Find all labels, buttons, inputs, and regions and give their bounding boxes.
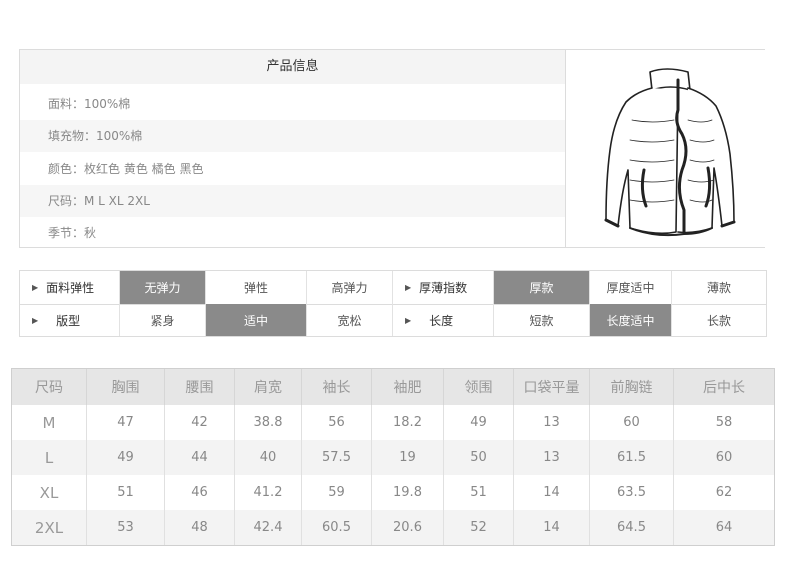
cell-waist: 46 <box>165 475 235 510</box>
option-thick: 厚款 <box>494 271 590 304</box>
size-chart-table: 尺码 胸围 腰围 肩宽 袖长 袖肥 领围 口袋平量 前胸链 后中长 M 47 4… <box>11 368 775 546</box>
triangle-right-icon: ▶ <box>405 283 412 292</box>
cell-chest: 51 <box>87 475 165 510</box>
cell-shoulder: 40 <box>235 440 302 475</box>
cell-sleeve-length: 56 <box>302 405 372 440</box>
product-info-list: 产品信息 面料：100%棉 填充物：100%棉 颜色：枚红色 黄色 橘色 黑色 … <box>20 50 565 247</box>
option-slim: 紧身 <box>120 304 206 336</box>
header-sleeve-length: 袖长 <box>302 369 372 405</box>
info-row-fabric: 面料：100%棉 <box>48 97 131 111</box>
option-medium-thick: 厚度适中 <box>590 271 672 304</box>
option-regular: 适中 <box>206 304 307 336</box>
attribute-table: ▶ 面料弹性 无弹力 弹性 高弹力 ▶ 厚薄指数 厚款 厚度适中 薄款 ▶ 版型 紧身… <box>19 270 767 337</box>
cell-sleeve-width: 19.8 <box>372 475 444 510</box>
triangle-right-icon: ▶ <box>405 315 412 325</box>
cell-front-zip: 60 <box>590 405 674 440</box>
cell-back-length: 58 <box>715 415 733 430</box>
cell-waist: 42 <box>165 405 235 440</box>
cell-size: M <box>12 405 87 440</box>
cell-front-zip: 61.5 <box>590 440 674 475</box>
cell-sleeve-width: 19 <box>372 440 444 475</box>
size-table-header: 尺码 胸围 腰围 肩宽 袖长 袖肥 领围 口袋平量 前胸链 后中长 <box>12 369 774 405</box>
header-shoulder: 肩宽 <box>235 369 302 405</box>
cell-back-length: 60 <box>715 450 733 465</box>
header-back-length: 后中长 <box>703 380 745 396</box>
cell-size: L <box>12 440 87 475</box>
cell-waist: 44 <box>165 440 235 475</box>
info-row-color: 颜色：枚红色 黄色 橘色 黑色 <box>48 162 204 176</box>
attr-label-thickness: ▶ 厚薄指数 <box>393 271 494 304</box>
info-row-season: 季节：秋 <box>48 226 97 240</box>
header-collar: 领围 <box>444 369 514 405</box>
product-info-panel: 产品信息 面料：100%棉 填充物：100%棉 颜色：枚红色 黄色 橘色 黑色 … <box>19 49 765 248</box>
header-waist: 腰围 <box>165 369 235 405</box>
cell-pocket: 14 <box>514 475 590 510</box>
cell-chest: 53 <box>87 510 165 545</box>
header-pocket: 口袋平量 <box>514 369 590 405</box>
header-front-zip: 前胸链 <box>590 369 674 405</box>
size-row-2xl: 2XL 53 48 42.4 60.5 20.6 52 14 64.5 64 <box>12 510 774 545</box>
cell-waist: 48 <box>165 510 235 545</box>
cell-collar: 51 <box>444 475 514 510</box>
cell-size: XL <box>12 475 87 510</box>
cell-size: 2XL <box>12 510 87 545</box>
product-info-title: 产品信息 <box>20 50 565 84</box>
header-chest: 胸围 <box>87 369 165 405</box>
triangle-right-icon: ▶ <box>32 283 39 292</box>
cell-back-length: 64 <box>715 520 733 535</box>
size-row-xl: XL 51 46 41.2 59 19.8 51 14 63.5 62 <box>12 475 774 510</box>
option-loose: 宽松 <box>307 304 393 336</box>
option-long: 长款 <box>706 313 731 328</box>
cell-pocket: 14 <box>514 510 590 545</box>
cell-pocket: 13 <box>514 405 590 440</box>
cell-sleeve-length: 60.5 <box>302 510 372 545</box>
jacket-sketch-icon <box>604 68 736 237</box>
cell-front-zip: 64.5 <box>590 510 674 545</box>
attribute-row-fit: ▶ 版型 紧身 适中 宽松 ▶ 长度 短款 长度适中 长款 <box>20 304 766 336</box>
cell-shoulder: 42.4 <box>235 510 302 545</box>
cell-pocket: 13 <box>514 440 590 475</box>
attr-label-fit: ▶ 版型 <box>20 304 120 336</box>
cell-sleeve-width: 18.2 <box>372 405 444 440</box>
cell-chest: 49 <box>87 440 165 475</box>
attribute-row-elasticity: ▶ 面料弹性 无弹力 弹性 高弹力 ▶ 厚薄指数 厚款 厚度适中 薄款 <box>20 271 766 305</box>
cell-sleeve-width: 20.6 <box>372 510 444 545</box>
info-row-size: 尺码：M L XL 2XL <box>20 185 565 217</box>
jacket-sketch-image <box>565 50 765 247</box>
cell-shoulder: 41.2 <box>235 475 302 510</box>
option-thin: 薄款 <box>706 281 731 295</box>
option-stretch: 弹性 <box>206 271 307 304</box>
attr-label-elasticity: ▶ 面料弹性 <box>20 271 120 304</box>
triangle-right-icon: ▶ <box>32 315 39 325</box>
cell-sleeve-length: 57.5 <box>302 440 372 475</box>
cell-chest: 47 <box>87 405 165 440</box>
cell-collar: 50 <box>444 440 514 475</box>
cell-collar: 49 <box>444 405 514 440</box>
header-sleeve-width: 袖肥 <box>372 369 444 405</box>
size-row-l: L 49 44 40 57.5 19 50 13 61.5 60 <box>12 440 774 475</box>
size-row-m: M 47 42 38.8 56 18.2 49 13 60 58 <box>12 405 774 440</box>
option-no-stretch: 无弹力 <box>120 271 206 304</box>
cell-shoulder: 38.8 <box>235 405 302 440</box>
header-size: 尺码 <box>12 369 87 405</box>
info-row-filling: 填充物：100%棉 <box>20 120 565 152</box>
option-medium-length: 长度适中 <box>590 304 672 336</box>
cell-sleeve-length: 59 <box>302 475 372 510</box>
attr-label-length: ▶ 长度 <box>393 304 494 336</box>
option-high-stretch: 高弹力 <box>307 271 393 304</box>
cell-collar: 52 <box>444 510 514 545</box>
cell-front-zip: 63.5 <box>590 475 674 510</box>
cell-back-length: 62 <box>715 485 733 500</box>
option-short: 短款 <box>494 304 590 336</box>
